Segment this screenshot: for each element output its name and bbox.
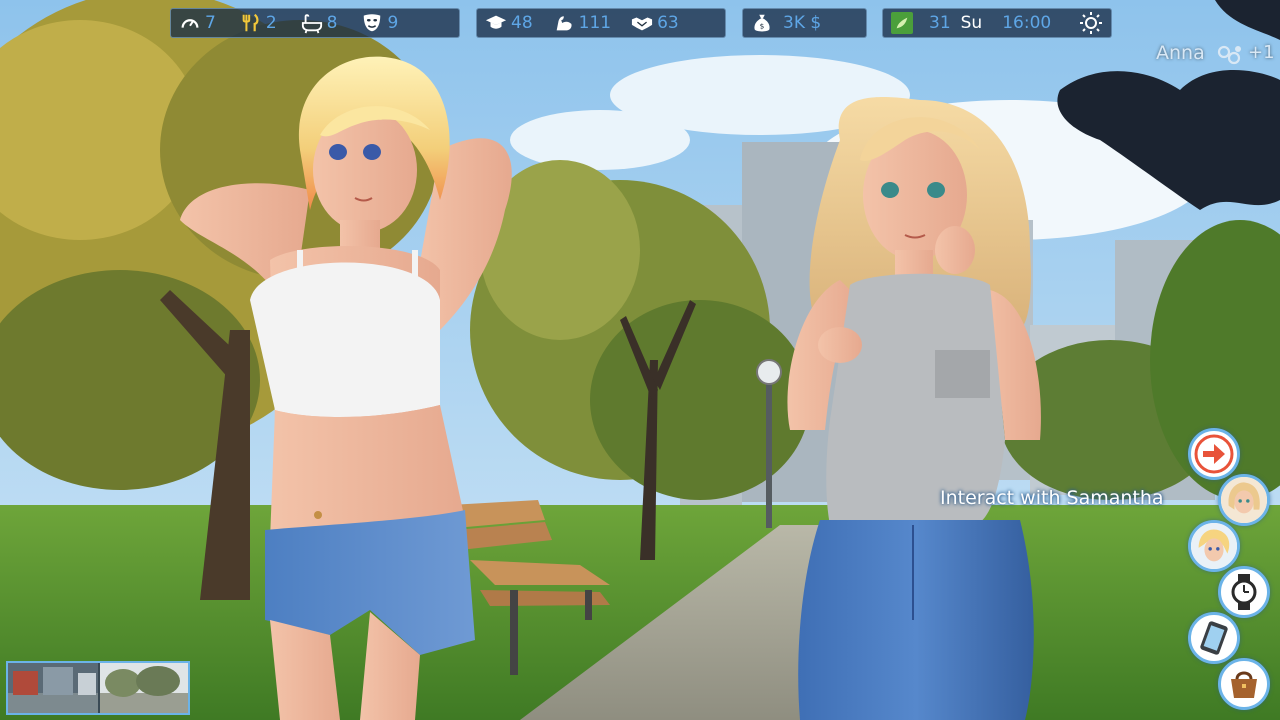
- stat-charisma[interactable]: 63: [631, 8, 679, 38]
- calendar-panel: 31 Su 16:00: [882, 8, 1112, 38]
- energy-gauge-icon: [181, 19, 199, 28]
- stat-mood[interactable]: 9: [361, 8, 398, 38]
- npc-extra-count: +1: [1248, 42, 1275, 63]
- mood-value: 9: [387, 13, 399, 33]
- money-panel: $ 3K $: [742, 8, 867, 38]
- intelligence-value: 48: [511, 13, 533, 33]
- stat-fitness[interactable]: 111: [553, 8, 611, 38]
- time-value: 16:00: [1002, 13, 1052, 33]
- stat-hunger[interactable]: 2: [240, 8, 277, 38]
- bathtub-icon: [301, 14, 322, 34]
- interact-label[interactable]: Interact with Samantha: [940, 487, 1164, 509]
- needs-panel: 7 2 8 9: [170, 8, 460, 38]
- fitness-value: 111: [578, 13, 612, 33]
- relationship-icon: [1217, 45, 1241, 65]
- charisma-value: 63: [657, 13, 679, 33]
- street-thumbnail: [8, 663, 188, 713]
- location-minimap[interactable]: [6, 661, 190, 715]
- muscle-arm-icon: [556, 16, 572, 31]
- calendar-icon[interactable]: [891, 12, 913, 34]
- park-scene: [0, 0, 1280, 720]
- exit-button[interactable]: [1188, 428, 1240, 480]
- energy-value: 7: [205, 13, 216, 33]
- samantha-avatar: [1221, 477, 1267, 523]
- sun-icon: [1080, 12, 1102, 34]
- mood-mask-icon: [364, 14, 381, 32]
- skills-panel: 48 111 63: [476, 8, 726, 38]
- stat-intelligence[interactable]: 48: [485, 8, 533, 38]
- samantha-portrait-button[interactable]: [1218, 474, 1270, 526]
- fork-knife-icon: [242, 13, 259, 32]
- smartphone-icon: [1200, 621, 1228, 655]
- stat-energy[interactable]: 7: [179, 8, 216, 38]
- wristwatch-icon: [1231, 574, 1257, 610]
- wait-button[interactable]: [1218, 566, 1270, 618]
- stat-hygiene[interactable]: 8: [301, 8, 338, 38]
- anna-portrait-button[interactable]: [1188, 520, 1240, 572]
- svg-text:$: $: [760, 22, 765, 31]
- hunger-value: 2: [265, 13, 277, 33]
- npc-name-label: Anna: [1156, 42, 1205, 64]
- handbag-icon: [1231, 671, 1257, 698]
- money-bag-icon: $: [754, 14, 770, 32]
- hygiene-value: 8: [326, 13, 338, 33]
- inventory-button[interactable]: [1218, 658, 1270, 710]
- money-value: 3K $: [783, 13, 822, 33]
- arrow-right-icon: [1194, 434, 1234, 474]
- stat-money[interactable]: $ 3K $: [751, 8, 821, 38]
- handshake-icon: [632, 17, 653, 31]
- graduation-cap-icon: [485, 15, 507, 29]
- phone-button[interactable]: [1188, 612, 1240, 664]
- anna-avatar: [1191, 523, 1237, 569]
- day-value: 31: [929, 13, 951, 33]
- weekday-value: Su: [960, 13, 983, 33]
